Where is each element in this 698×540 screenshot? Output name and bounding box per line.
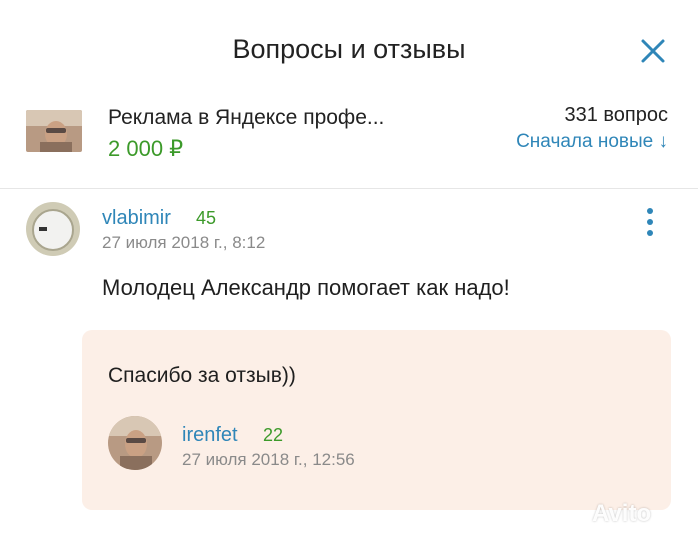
avito-watermark: Avito — [592, 500, 652, 527]
sort-dropdown[interactable]: Сначала новые ↓ — [516, 131, 668, 153]
seller-reply — [82, 330, 671, 510]
more-options-icon[interactable] — [640, 206, 660, 238]
review-username[interactable]: vlabimir — [102, 207, 171, 230]
close-icon[interactable] — [638, 36, 668, 66]
reply-user-rating: 22 — [263, 425, 284, 445]
question-count: 331 вопрос — [564, 104, 668, 126]
product-price: 2 000 ₽ — [108, 136, 184, 161]
page-title: Вопросы и отзывы — [232, 34, 466, 64]
reply-text: Спасибо за отзыв)) — [108, 364, 296, 387]
product-title[interactable]: Реклама в Яндексе профе... — [108, 106, 384, 130]
review-date: 27 июля 2018 г., 8:12 — [102, 233, 266, 252]
review-text: Молодец Александр помогает как надо! — [102, 275, 510, 300]
divider — [0, 188, 698, 189]
reply-username[interactable]: irenfet — [182, 424, 238, 447]
reply-date: 27 июля 2018 г., 12:56 — [182, 450, 355, 469]
product-thumbnail[interactable] — [26, 110, 82, 152]
avatar[interactable] — [26, 202, 80, 256]
avatar[interactable] — [108, 416, 162, 470]
review-user-rating: 45 — [196, 208, 217, 228]
